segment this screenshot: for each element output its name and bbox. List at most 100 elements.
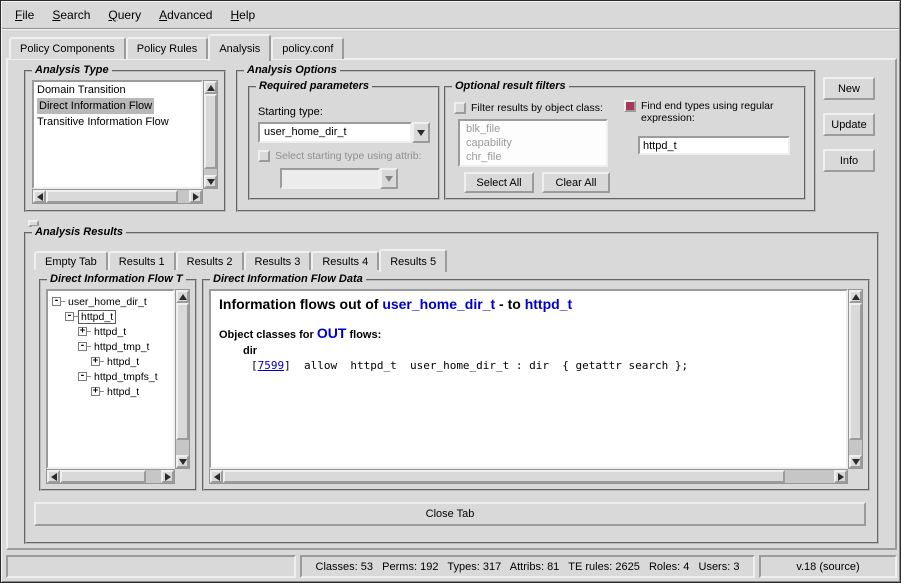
info-button[interactable]: Info: [823, 149, 875, 172]
menu-item-search[interactable]: Search: [43, 4, 99, 26]
scroll-down-button[interactable]: [176, 455, 189, 468]
scroll-right-button[interactable]: [161, 470, 174, 483]
tree-node[interactable]: -httpd_tmp_t: [50, 339, 171, 354]
menu-item-help[interactable]: Help: [221, 4, 264, 26]
collapse-icon[interactable]: -: [78, 342, 87, 351]
status-version: v.18 (source): [759, 555, 897, 578]
horizontal-scrollbar[interactable]: [32, 189, 203, 204]
scrollbar-thumb[interactable]: [176, 303, 189, 440]
scroll-up-button[interactable]: [849, 290, 862, 303]
tree-node-label[interactable]: httpd_t: [79, 311, 115, 323]
tab-analysis[interactable]: Analysis: [208, 34, 271, 61]
scroll-right-button[interactable]: [834, 470, 847, 483]
collapse-icon[interactable]: -: [65, 312, 74, 321]
scrollbar-trough[interactable]: [46, 190, 189, 203]
menu-item-query[interactable]: Query: [99, 4, 150, 26]
attrib-combobox[interactable]: [280, 168, 398, 189]
tree-node-label[interactable]: httpd_t: [105, 386, 141, 398]
tree-node[interactable]: + httpd_t: [50, 384, 171, 399]
status-stats: Classes: 53 Perms: 192 Types: 317 Attrib…: [300, 555, 755, 578]
vertical-scrollbar[interactable]: [175, 289, 190, 469]
list-item[interactable]: Domain Transition: [34, 82, 201, 98]
status-bar: Classes: 53 Perms: 192 Types: 317 Attrib…: [6, 555, 897, 578]
analysis-type-list-view[interactable]: Domain Transition Direct Information Flo…: [32, 80, 203, 189]
combobox-dropdown-button[interactable]: [380, 168, 398, 189]
tab-policy-conf[interactable]: policy.conf: [271, 37, 344, 59]
attrib-checkbox[interactable]: [258, 150, 270, 162]
results-tab-empty[interactable]: Empty Tab: [34, 251, 108, 270]
scrollbar-thumb[interactable]: [46, 190, 178, 203]
results-tab-1[interactable]: Results 1: [108, 251, 176, 270]
vertical-scrollbar[interactable]: [203, 80, 218, 189]
scrollbar-trough[interactable]: [60, 470, 161, 483]
tree-connector: [61, 301, 65, 302]
scrollbar-trough[interactable]: [176, 303, 189, 455]
scroll-down-button[interactable]: [204, 175, 217, 188]
scrollbar-thumb[interactable]: [60, 470, 146, 483]
scroll-down-button[interactable]: [849, 455, 862, 468]
main-tab-bar: Policy Components Policy Rules Analysis …: [9, 32, 344, 59]
expand-icon[interactable]: +: [78, 327, 87, 336]
tree-node[interactable]: + httpd_t: [50, 324, 171, 339]
scrollbar-thumb[interactable]: [204, 94, 217, 169]
scrollbar-thumb[interactable]: [223, 470, 785, 483]
results-tab-5[interactable]: Results 5: [379, 249, 447, 272]
tree-node-label[interactable]: user_home_dir_t: [66, 296, 149, 308]
flow-data-area[interactable]: Information flows out of user_home_dir_t…: [209, 289, 848, 469]
list-item[interactable]: Transitive Information Flow: [34, 114, 201, 130]
scroll-right-button[interactable]: [189, 190, 202, 203]
scrollbar-trough[interactable]: [849, 303, 862, 455]
horizontal-scrollbar[interactable]: [209, 469, 848, 484]
class-filter-listbox[interactable]: blk_file capability chr_file: [458, 119, 608, 167]
tree-node-label[interactable]: httpd_t: [105, 356, 141, 368]
scrollbar-trough[interactable]: [223, 470, 834, 483]
vertical-scrollbar[interactable]: [848, 289, 863, 469]
flow-tree[interactable]: -user_home_dir_t -httpd_t +httpd_t -http…: [46, 289, 175, 469]
update-button[interactable]: Update: [823, 113, 875, 136]
menu-item-advanced[interactable]: Advanced: [150, 4, 221, 26]
up-arrow-icon: [207, 85, 215, 91]
expand-icon[interactable]: +: [91, 387, 100, 396]
collapse-icon[interactable]: -: [52, 297, 61, 306]
tree-node-label[interactable]: httpd_t: [92, 326, 128, 338]
tab-policy-components[interactable]: Policy Components: [9, 37, 126, 59]
combobox-dropdown-button[interactable]: [412, 122, 430, 143]
scroll-left-button[interactable]: [210, 470, 223, 483]
results-tab-3[interactable]: Results 3: [244, 251, 312, 270]
scroll-left-button[interactable]: [33, 190, 46, 203]
rule-bracket-close: ]: [284, 359, 291, 372]
new-button[interactable]: New: [823, 77, 875, 100]
class-filter-checkbox-label: Filter results by object class:: [471, 102, 603, 114]
regex-input[interactable]: [638, 136, 790, 155]
status-empty-cell: [6, 555, 296, 578]
scroll-up-button[interactable]: [176, 290, 189, 303]
menu-item-file[interactable]: File: [6, 4, 43, 26]
tree-node[interactable]: -httpd_tmpfs_t: [50, 369, 171, 384]
tab-policy-rules[interactable]: Policy Rules: [126, 37, 209, 59]
tree-node[interactable]: + httpd_t: [50, 354, 171, 369]
results-tab-2[interactable]: Results 2: [176, 251, 244, 270]
expand-icon[interactable]: +: [91, 357, 100, 366]
flow-tree-group-label: Direct Information Flow T: [47, 273, 186, 285]
scrollbar-trough[interactable]: [204, 94, 217, 175]
tree-node-label[interactable]: httpd_tmp_t: [92, 341, 151, 353]
tree-node-label[interactable]: httpd_tmpfs_t: [92, 371, 160, 383]
scrollbar-thumb[interactable]: [849, 303, 862, 440]
starting-type-combobox[interactable]: user_home_dir_t: [258, 122, 430, 143]
subhead-suffix: flows:: [349, 329, 381, 341]
clear-all-button[interactable]: Clear All: [542, 172, 610, 193]
rule-link[interactable]: 7599: [258, 359, 285, 372]
scroll-left-button[interactable]: [47, 470, 60, 483]
tree-node[interactable]: -user_home_dir_t: [50, 294, 171, 309]
tree-node[interactable]: -httpd_t: [50, 309, 171, 324]
results-tab-4[interactable]: Results 4: [311, 251, 379, 270]
select-all-button[interactable]: Select All: [464, 172, 534, 193]
regex-checkbox[interactable]: [624, 100, 636, 112]
class-filter-checkbox[interactable]: [454, 102, 466, 114]
tree-connector: [87, 376, 91, 377]
close-tab-button[interactable]: Close Tab: [34, 502, 866, 526]
scroll-up-button[interactable]: [204, 81, 217, 94]
list-item-selected[interactable]: Direct Information Flow: [34, 98, 201, 114]
horizontal-scrollbar[interactable]: [46, 469, 175, 484]
collapse-icon[interactable]: -: [78, 372, 87, 381]
